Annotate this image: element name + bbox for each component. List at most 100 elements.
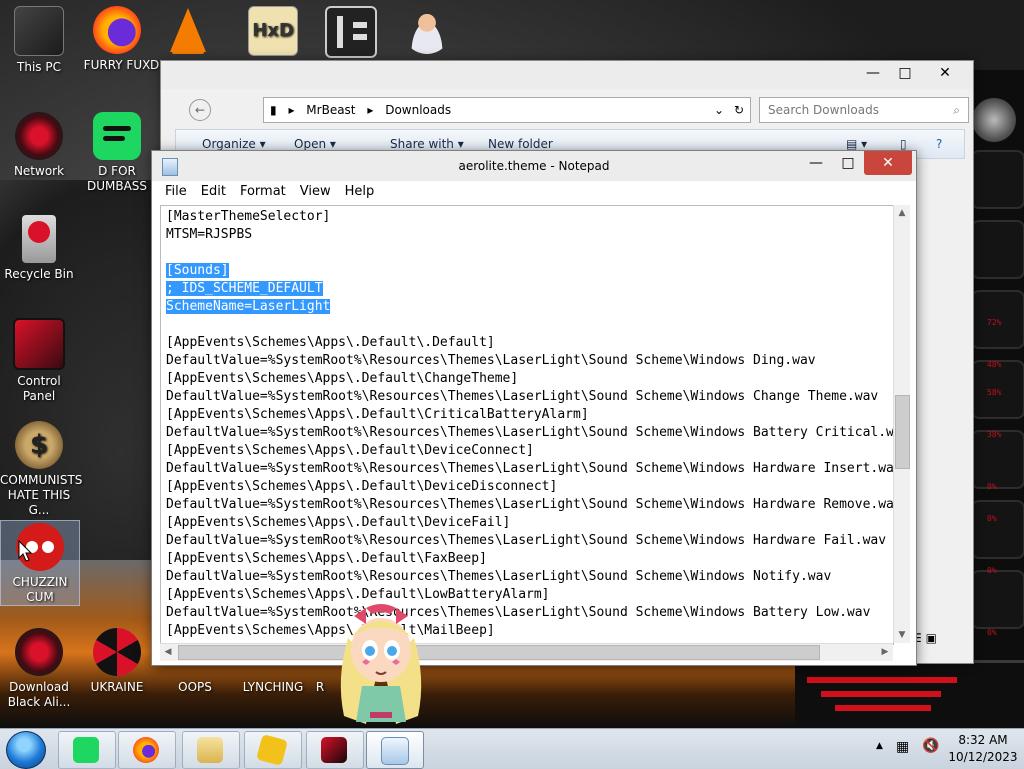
scroll-right-icon[interactable]: ▶ (877, 644, 893, 660)
cube-icon (256, 734, 288, 766)
line-text: DefaultValue=%SystemRoot%\Resources\Them… (166, 389, 879, 404)
desktop-icon-recycle-bin[interactable]: Recycle Bin (0, 213, 78, 282)
menu-edit[interactable]: Edit (194, 181, 233, 203)
back-arrow-icon[interactable]: ← (189, 99, 211, 121)
vertical-scroll-thumb[interactable] (895, 395, 910, 469)
organize-label: Organize (202, 137, 256, 151)
taskbar-firefox[interactable] (118, 731, 176, 769)
line-text: [AppEvents\Schemes\Apps\.Default\DeviceF… (166, 515, 511, 530)
editor-line[interactable]: DefaultValue=%SystemRoot%\Resources\Them… (166, 388, 888, 406)
line-text: DefaultValue=%SystemRoot%\Resources\Them… (166, 605, 871, 620)
alien-network-icon (15, 112, 63, 160)
line-text: DefaultValue=%SystemRoot%\Resources\Them… (166, 569, 832, 584)
clock[interactable]: 8:32 AM 10/12/2023 (945, 732, 1021, 766)
text-editor[interactable]: [MasterThemeSelector] MTSM=RJSPBS [Sounds]… (160, 205, 894, 645)
editor-line[interactable] (166, 244, 888, 262)
vertical-scrollbar[interactable]: ▲ ▼ (893, 205, 910, 643)
menu-view[interactable]: View (293, 181, 338, 203)
folder-icon: ▮ (270, 103, 277, 117)
menu-file[interactable]: File (158, 181, 194, 203)
line-text: [MasterThemeSelector] (166, 209, 331, 224)
editor-line[interactable]: [AppEvents\Schemes\Apps\.Default\LowBatt… (166, 586, 888, 604)
horizontal-scroll-thumb[interactable] (178, 645, 820, 660)
desktop-icon-ukraine[interactable]: UKRAINE (78, 626, 156, 695)
volume-muted-icon[interactable]: 🔇 (922, 738, 939, 754)
editor-line[interactable]: [AppEvents\Schemes\Apps\.Default\MailBee… (166, 622, 888, 640)
open-label: Open (294, 137, 327, 151)
taskbar-file-explorer[interactable] (182, 731, 240, 769)
editor-line[interactable] (166, 316, 888, 334)
explorer-minimize-button[interactable]: — (857, 61, 889, 85)
line-text: [AppEvents\Schemes\Apps\.Default\DeviceC… (166, 443, 534, 458)
editor-line[interactable]: DefaultValue=%SystemRoot%\Resources\Them… (166, 604, 888, 622)
help-icon[interactable]: ? (936, 130, 942, 158)
show-hidden-icons-icon[interactable]: ▲ (876, 741, 883, 751)
breadcrumb-mrbeast[interactable]: MrBeast (306, 103, 355, 117)
cartoon-character-sticker (340, 604, 422, 724)
desktop-icon-d-for-dumbass[interactable]: D FOR DUMBASS (78, 110, 156, 194)
editor-line[interactable]: [AppEvents\Schemes\Apps\.Default\ChangeT… (166, 370, 888, 388)
desktop-icon-chuzzin[interactable]: CHUZZIN CUM (0, 520, 80, 606)
scroll-up-icon[interactable]: ▲ (894, 205, 910, 221)
start-button[interactable] (6, 731, 46, 769)
maze-game-icon (325, 6, 377, 58)
close-button[interactable]: ✕ (864, 151, 912, 175)
editor-line[interactable]: [MasterThemeSelector] (166, 208, 888, 226)
desktop-icon-maze[interactable] (312, 4, 390, 62)
taskbar-spotify[interactable] (58, 731, 116, 769)
menu-help[interactable]: Help (338, 181, 382, 203)
editor-line[interactable]: [Sounds] (166, 262, 888, 280)
editor-line[interactable]: MTSM=RJSPBS (166, 226, 888, 244)
maximize-button[interactable]: □ (832, 151, 864, 175)
menu-bar: File Edit Format View Help (152, 181, 916, 203)
chevron-down-icon[interactable]: ⌄ (714, 98, 724, 122)
desktop-icon-network[interactable]: Network (0, 110, 78, 179)
editor-line[interactable]: [AppEvents\Schemes\Apps\.Default\DeviceF… (166, 514, 888, 532)
line-text: DefaultValue=%SystemRoot%\Resources\Them… (166, 497, 894, 512)
explorer-maximize-button[interactable]: □ (889, 61, 921, 85)
editor-line[interactable]: DefaultValue=%SystemRoot%\Resources\Them… (166, 352, 888, 370)
editor-line[interactable]: [AppEvents\Schemes\Apps\.Default\.Defaul… (166, 334, 888, 352)
mouse-cursor-icon (18, 540, 32, 562)
editor-line[interactable]: [AppEvents\Schemes\Apps\.Default\DeviceC… (166, 442, 888, 460)
scroll-down-icon[interactable]: ▼ (894, 627, 910, 643)
editor-content[interactable]: [MasterThemeSelector] MTSM=RJSPBS [Sounds]… (161, 206, 893, 642)
editor-line[interactable]: [AppEvents\Schemes\Apps\.Default\DeviceD… (166, 478, 888, 496)
editor-line[interactable]: [AppEvents\Schemes\Apps\.Default\FaxBeep… (166, 550, 888, 568)
desktop-icon-hxd[interactable]: HxD (234, 4, 312, 60)
taskbar-notepad[interactable] (366, 731, 424, 769)
desktop-icon-communists[interactable]: $ COMMUNISTS HATE THIS G... (0, 419, 82, 518)
desktop-icon-label: Network (13, 164, 65, 178)
editor-line[interactable]: ; IDS_SCHEME_DEFAULT (166, 280, 888, 298)
desktop-icon-furry-fux[interactable]: FURRY FUX (78, 4, 156, 73)
gadget-readout: 58% (987, 388, 1002, 397)
editor-line[interactable]: DefaultValue=%SystemRoot%\Resources\Them… (166, 460, 893, 478)
search-input[interactable]: Search Downloads (768, 103, 879, 117)
taskbar-alienware[interactable] (306, 731, 364, 769)
minimize-button[interactable]: — (800, 151, 832, 175)
explorer-address-row: ← ▮ ▸ MrBeast ▸ Downloads ⌄ ↻ Search Dow… (175, 97, 969, 123)
editor-line[interactable]: DefaultValue=%SystemRoot%\Resources\Them… (166, 532, 888, 550)
desktop-icon-download-black-alien[interactable]: Download Black Ali... (0, 626, 78, 710)
editor-line[interactable]: [AppEvents\Schemes\Apps\.Default\Critica… (166, 406, 888, 424)
editor-line[interactable]: DefaultValue=%SystemRoot%\Resources\Them… (166, 568, 888, 586)
horizontal-scrollbar[interactable]: ◀ ▶ (160, 643, 893, 661)
menu-format[interactable]: Format (233, 181, 293, 203)
editor-line[interactable]: DefaultValue=%SystemRoot%\Resources\Them… (166, 496, 893, 514)
explorer-close-button[interactable]: ✕ (921, 61, 969, 85)
refresh-icon[interactable]: ↻ (734, 98, 744, 122)
desktop-icon-doctor[interactable] (388, 4, 466, 58)
desktop-icon-this-pc[interactable]: This PC (0, 4, 78, 75)
editor-line[interactable]: DefaultValue=%SystemRoot%\Resources\Them… (166, 424, 893, 442)
editor-line[interactable]: SchemeName=LaserLight (166, 298, 888, 316)
search-box[interactable]: Search Downloads ⌕ (759, 97, 969, 123)
line-text: MTSM=RJSPBS (166, 227, 253, 242)
line-text: [AppEvents\Schemes\Apps\.Default\Critica… (166, 407, 589, 422)
scroll-left-icon[interactable]: ◀ (160, 644, 176, 660)
radiation-icon (93, 628, 141, 676)
taskbar-hxd[interactable] (244, 731, 302, 769)
network-icon[interactable]: ▦ (896, 739, 909, 755)
address-bar[interactable]: ▮ ▸ MrBeast ▸ Downloads ⌄ ↻ (263, 97, 751, 123)
desktop-icon-control-panel[interactable]: Control Panel (0, 316, 78, 404)
breadcrumb-downloads[interactable]: Downloads (385, 103, 451, 117)
